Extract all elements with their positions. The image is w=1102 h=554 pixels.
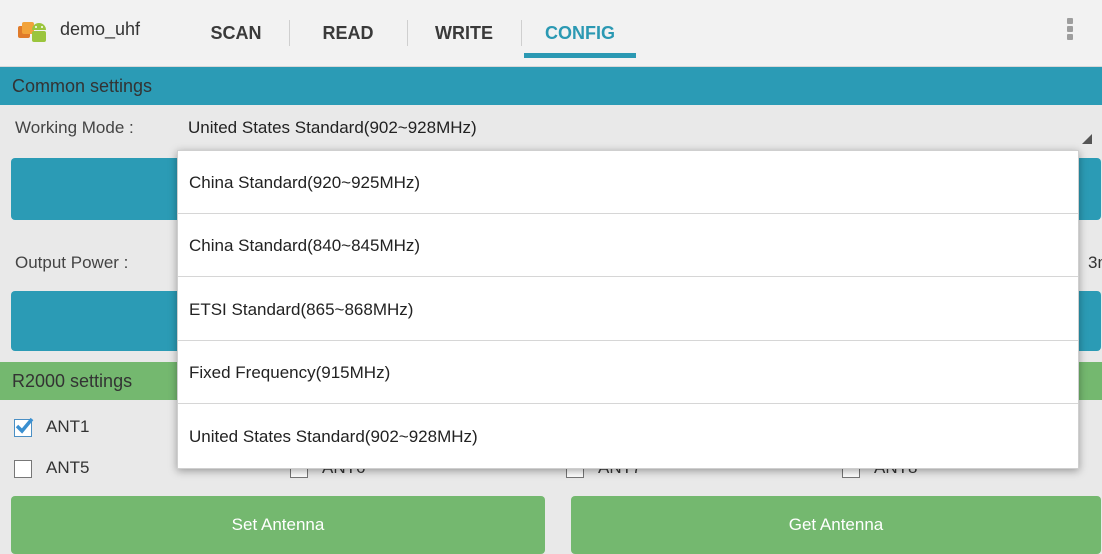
get-antenna-button[interactable]: Get Antenna [571, 496, 1101, 554]
output-power-label: Output Power : [15, 253, 129, 272]
dropdown-option[interactable]: Fixed Frequency(915MHz) [178, 341, 1078, 404]
dropdown-option[interactable]: China Standard(840~845MHz) [178, 214, 1078, 277]
set-antenna-button[interactable]: Set Antenna [11, 496, 545, 554]
antenna-label: ANT1 [46, 417, 90, 436]
dropdown-option[interactable]: United States Standard(902~928MHz) [178, 405, 1078, 468]
action-bar: demo_uhf SCAN READ WRITE CONFIG [0, 0, 1102, 67]
dropdown-option[interactable]: ETSI Standard(865~868MHz) [178, 278, 1078, 341]
working-mode-label: Working Mode : [15, 118, 134, 137]
working-mode-dropdown: China Standard(920~925MHz) China Standar… [177, 150, 1079, 469]
app-title: demo_uhf [60, 19, 141, 39]
active-tab-indicator [524, 53, 636, 58]
output-power-unit: 3m [1088, 253, 1102, 272]
antenna-checkbox-ant1[interactable]: ANT1 [14, 417, 134, 439]
overflow-menu-icon[interactable] [1064, 16, 1076, 48]
android-icon [18, 22, 46, 42]
antenna-checkbox-ant5[interactable]: ANT5 [14, 458, 134, 480]
dropdown-option[interactable]: China Standard(920~925MHz) [178, 151, 1078, 214]
antenna-label: ANT5 [46, 458, 90, 477]
spinner-arrow-icon[interactable] [1082, 134, 1092, 144]
working-mode-spinner[interactable]: United States Standard(902~928MHz) [188, 118, 477, 138]
tab-write[interactable]: WRITE [408, 0, 520, 66]
checkbox-icon[interactable] [14, 460, 32, 478]
common-settings-header: Common settings [0, 67, 1102, 105]
tab-read[interactable]: READ [290, 0, 406, 66]
checkbox-checked-icon[interactable] [14, 417, 34, 437]
tab-scan[interactable]: SCAN [184, 0, 288, 66]
